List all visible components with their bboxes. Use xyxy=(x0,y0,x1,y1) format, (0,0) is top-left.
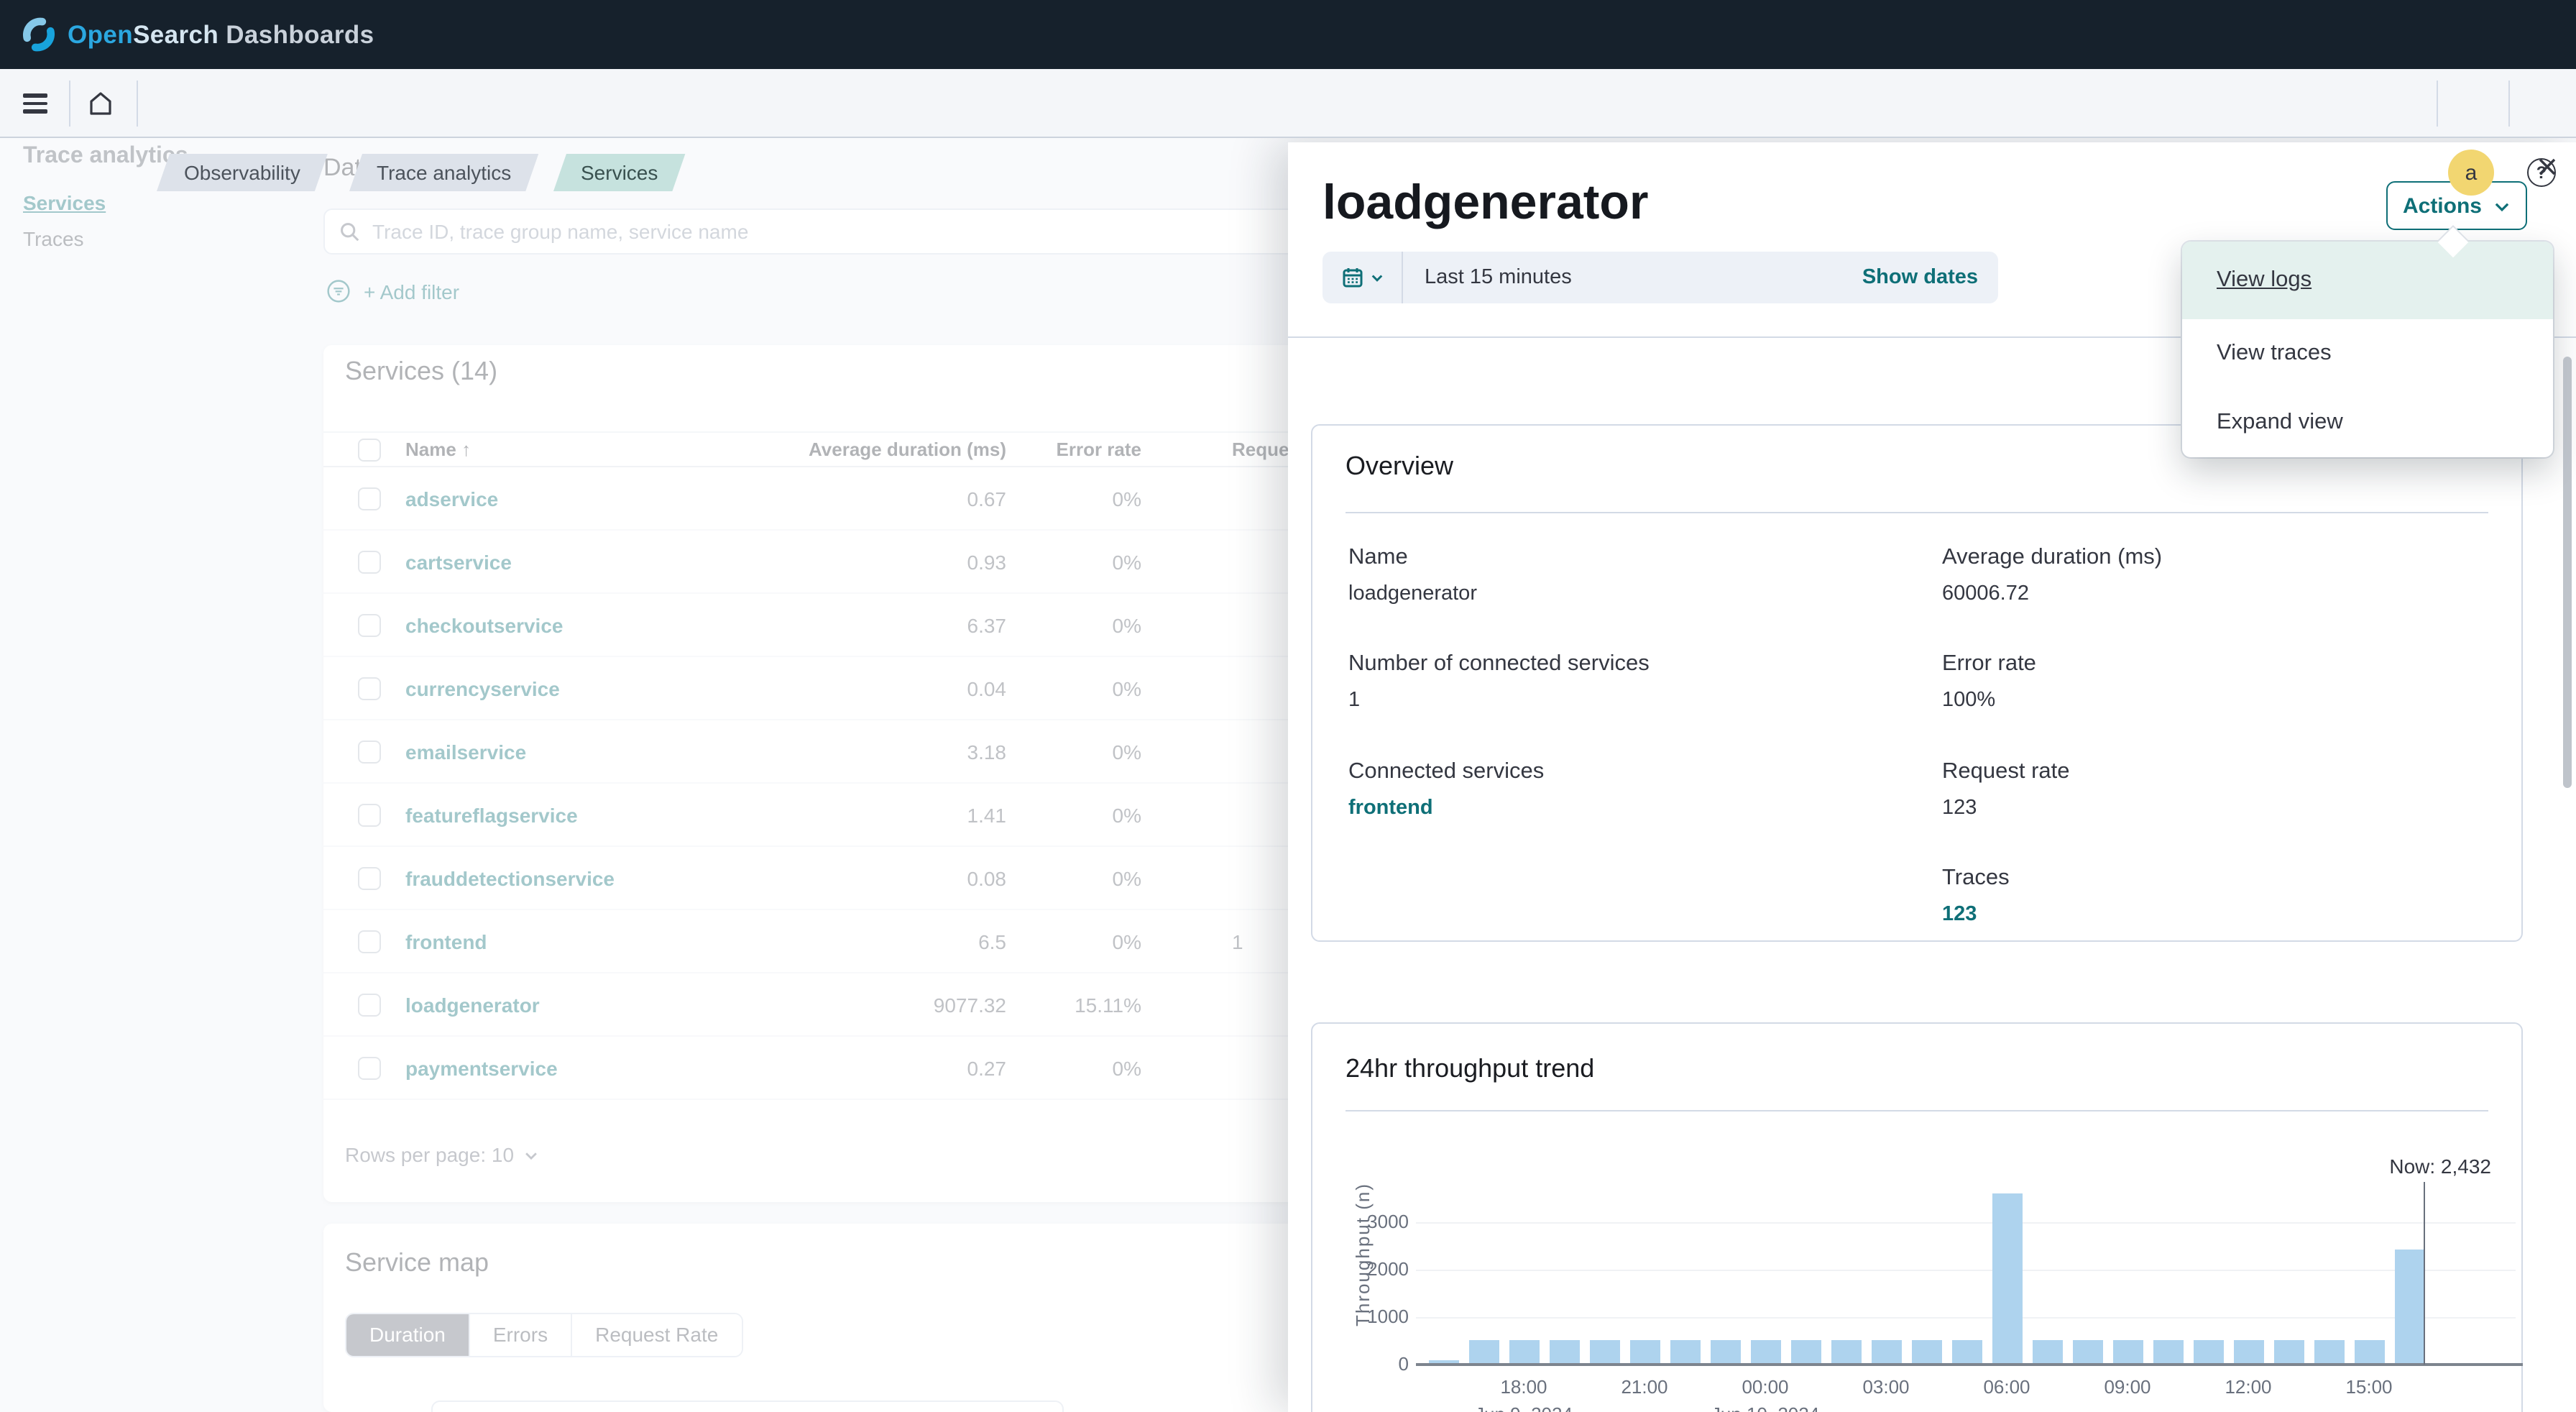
home-icon[interactable] xyxy=(86,89,115,118)
menu-icon[interactable] xyxy=(23,93,47,114)
quick-select-button[interactable] xyxy=(1322,252,1403,303)
y-tick-label: 2000 xyxy=(1320,1258,1409,1280)
throughput-bar xyxy=(2314,1339,2344,1365)
throughput-bar xyxy=(2273,1339,2304,1365)
field-error-rate: Error rate 100% xyxy=(1942,651,2036,712)
x-date-label: Jun 10, 2024 xyxy=(1686,1403,1844,1412)
now-annotation-line xyxy=(2424,1182,2425,1365)
y-tick-label: 0 xyxy=(1320,1353,1409,1375)
throughput-bar xyxy=(1468,1339,1499,1365)
divider xyxy=(69,81,70,127)
x-axis-line xyxy=(1416,1363,2523,1365)
scrollbar-thumb[interactable] xyxy=(2563,357,2572,788)
y-tick-label: 3000 xyxy=(1320,1211,1409,1232)
breadcrumb-services[interactable]: Services xyxy=(553,154,685,191)
gridline xyxy=(1416,1270,2516,1271)
date-range-value[interactable]: Last 15 minutes xyxy=(1425,266,1572,289)
chevron-down-icon xyxy=(1369,270,1384,285)
throughput-bar xyxy=(2112,1339,2143,1365)
opensearch-dashboards-app: OpenSearchDashboards Observability Trace… xyxy=(0,0,2576,1412)
field-connected-count: Number of connected services 1 xyxy=(1348,651,1650,712)
app-header: OpenSearchDashboards xyxy=(0,0,2576,69)
gridline xyxy=(1416,1222,2516,1224)
x-tick-label: 06:00 xyxy=(1956,1376,2057,1398)
throughput-divider xyxy=(1346,1110,2488,1111)
divider xyxy=(2437,81,2438,127)
throughput-bar xyxy=(2193,1339,2223,1365)
throughput-bar xyxy=(2072,1339,2102,1365)
breadcrumb-observability[interactable]: Observability xyxy=(157,154,328,191)
avatar[interactable]: a xyxy=(2448,150,2494,196)
field-name: Name loadgenerator xyxy=(1348,545,1477,605)
traces-count-link[interactable]: 123 xyxy=(1942,903,2010,926)
throughput-bar xyxy=(1509,1339,1539,1365)
throughput-bar xyxy=(1589,1339,1619,1365)
throughput-bar xyxy=(1750,1339,1780,1365)
throughput-bar xyxy=(1790,1339,1821,1365)
field-request-rate: Request rate 123 xyxy=(1942,759,2070,820)
x-tick-label: 15:00 xyxy=(2319,1376,2419,1398)
throughput-bar xyxy=(1992,1193,2022,1365)
show-dates-button[interactable]: Show dates xyxy=(1862,266,1978,289)
breadcrumb-trace-analytics[interactable]: Trace analytics xyxy=(349,154,538,191)
x-tick-label: 18:00 xyxy=(1473,1376,1574,1398)
throughput-bar xyxy=(2394,1249,2424,1365)
throughput-bar xyxy=(2233,1339,2263,1365)
y-tick-label: 1000 xyxy=(1320,1306,1409,1327)
throughput-bar xyxy=(1670,1339,1700,1365)
divider xyxy=(2508,81,2510,127)
field-connected-services: Connected services frontend xyxy=(1348,759,1544,820)
throughput-bar xyxy=(1911,1339,1941,1365)
opensearch-logo[interactable]: OpenSearchDashboards xyxy=(20,16,374,53)
throughput-bar xyxy=(1710,1339,1740,1365)
throughput-bar xyxy=(2153,1339,2183,1365)
chevron-down-icon xyxy=(2492,196,2511,215)
app-title: OpenSearchDashboards xyxy=(68,19,374,50)
flyout-title: loadgenerator xyxy=(1322,175,1648,231)
throughput-bar xyxy=(1629,1339,1660,1365)
x-tick-label: 21:00 xyxy=(1594,1376,1695,1398)
calendar-icon xyxy=(1340,266,1363,289)
help-icon[interactable]: ? xyxy=(2527,158,2556,187)
nav-bar: Observability Trace analytics Services a… xyxy=(0,69,2576,138)
y-axis-label: Throughput (n) xyxy=(1352,1140,1374,1370)
throughput-bar xyxy=(1549,1339,1579,1365)
overview-title: Overview xyxy=(1346,451,1453,482)
overview-divider xyxy=(1346,512,2488,513)
field-traces: Traces 123 xyxy=(1942,866,2010,926)
opensearch-logo-icon xyxy=(20,16,58,53)
x-tick-label: 09:00 xyxy=(2077,1376,2178,1398)
frontend-link[interactable]: frontend xyxy=(1348,797,1544,820)
x-tick-label: 12:00 xyxy=(2198,1376,2299,1398)
throughput-bar xyxy=(1831,1339,1861,1365)
gridline xyxy=(1416,1317,2516,1319)
menu-item-view-traces[interactable]: View traces xyxy=(2182,319,2553,388)
actions-popover: View logs View traces Expand view xyxy=(2182,242,2553,457)
menu-item-expand-view[interactable]: Expand view xyxy=(2182,388,2553,457)
throughput-title: 24hr throughput trend xyxy=(1346,1054,1594,1084)
field-average-duration: Average duration (ms) 60006.72 xyxy=(1942,545,2162,605)
throughput-bar xyxy=(1951,1339,1982,1365)
x-date-label: Jun 9, 2024 xyxy=(1445,1403,1603,1412)
throughput-bar xyxy=(2354,1339,2384,1365)
throughput-bar xyxy=(1871,1339,1901,1365)
x-tick-label: 00:00 xyxy=(1715,1376,1816,1398)
now-annotation-label: Now: 2,432 xyxy=(2271,1155,2491,1178)
date-picker: Last 15 minutes Show dates xyxy=(1322,252,1998,303)
menu-item-view-logs[interactable]: View logs xyxy=(2182,242,2553,319)
divider xyxy=(137,81,138,127)
throughput-bar xyxy=(2032,1339,2062,1365)
x-tick-label: 03:00 xyxy=(1836,1376,1936,1398)
